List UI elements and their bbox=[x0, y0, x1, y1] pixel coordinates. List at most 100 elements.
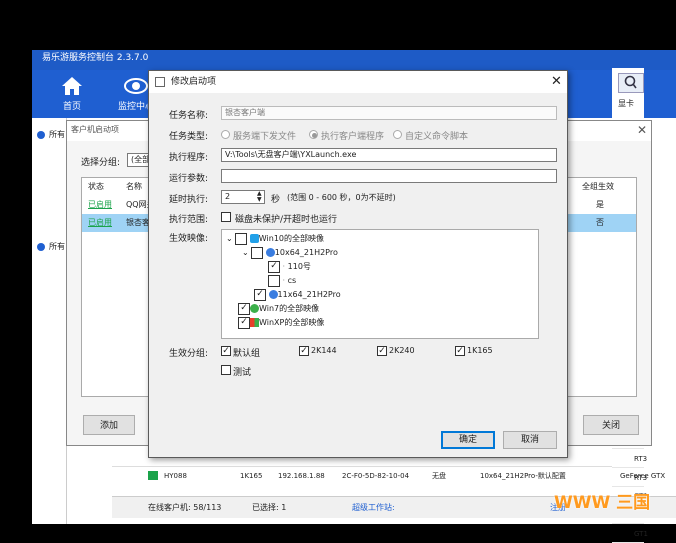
collapse-icon[interactable]: ⌄ bbox=[242, 248, 249, 257]
client-mac: 2C-F0-5D-82-10-04 bbox=[342, 472, 410, 480]
tree-checkbox[interactable] bbox=[251, 246, 264, 259]
delay-spinner-icon[interactable]: ▲ ▼ bbox=[257, 191, 262, 203]
params-label: 运行参数: bbox=[169, 174, 209, 184]
image-tree: ⌄ Win10的全部映像 ⌄ 10x64_21H2Pro ✓ · 110号 · … bbox=[221, 229, 539, 339]
task-name-input[interactable]: 银杏客户端 bbox=[221, 106, 557, 120]
tree-node-winxp[interactable]: ✓ WinXP的全部映像 bbox=[238, 316, 324, 330]
tree-node-label: WinXP的全部映像 bbox=[259, 318, 325, 327]
delay-unit: 秒 bbox=[271, 195, 281, 205]
group-default-label: 默认组 bbox=[233, 349, 261, 359]
row-all-groups: 是 bbox=[596, 200, 604, 209]
windows-icon bbox=[249, 234, 259, 243]
tree-checkbox[interactable] bbox=[235, 232, 248, 245]
table-row[interactable]: HY088 1K165 192.168.1.88 2C-F0-5D-82-10-… bbox=[112, 466, 665, 484]
collapse-icon[interactable]: ⌄ bbox=[226, 234, 233, 243]
tree-node-label: 110号 bbox=[287, 262, 311, 271]
edit-startup-dialog: 修改启动项 ✕ 任务名称: 银杏客户端 任务类型: 服务端下发文件 执行客户端程… bbox=[148, 70, 568, 458]
super-workstation-link[interactable]: 超级工作站: bbox=[352, 497, 395, 519]
group-2k240-label: 2K240 bbox=[389, 346, 415, 355]
row-status[interactable]: 已启用 bbox=[88, 217, 112, 228]
client-image: 10x64_21H2Pro-默认配置 bbox=[480, 472, 566, 480]
tree-node-win10[interactable]: ⌄ Win10的全部映像 bbox=[226, 232, 324, 246]
group-checkbox-default[interactable]: ✓ bbox=[221, 346, 231, 356]
search-icon bbox=[624, 75, 637, 89]
radio-server-file[interactable] bbox=[221, 130, 230, 139]
search-button[interactable] bbox=[618, 73, 644, 93]
radio-custom-script-label: 自定义命令脚本 bbox=[405, 132, 469, 142]
group-test-label: 测试 bbox=[233, 368, 252, 378]
cancel-button[interactable]: 取消 bbox=[503, 431, 557, 449]
radio-server-file-label: 服务端下发文件 bbox=[233, 132, 297, 142]
disk-image-icon bbox=[268, 290, 278, 299]
sidebar-item-all-1[interactable]: 所有 bbox=[32, 124, 68, 146]
tree-checkbox[interactable]: ✓ bbox=[268, 260, 280, 273]
online-count: 在线客户机: 58/113 bbox=[148, 503, 222, 512]
sidebar-item-all-2[interactable]: 所有 bbox=[32, 236, 68, 258]
ok-button[interactable]: 确定 bbox=[441, 431, 495, 449]
tree-checkbox[interactable] bbox=[268, 274, 280, 287]
tree-node-win7[interactable]: ✓ Win7的全部映像 bbox=[238, 302, 319, 316]
group-checkbox-test[interactable] bbox=[221, 365, 231, 375]
tree-node-label: Win10的全部映像 bbox=[258, 234, 325, 243]
group-checkbox-2k240[interactable]: ✓ bbox=[377, 346, 387, 356]
tree-node-11x64[interactable]: ✓ 11x64_21H2Pro bbox=[254, 288, 341, 302]
tree-node-label: 10x64_21H2Pro bbox=[274, 248, 338, 257]
delay-label: 延时执行: bbox=[169, 195, 209, 205]
client-ip: 192.168.1.88 bbox=[278, 472, 325, 480]
gpu-cell: RT3 bbox=[612, 450, 647, 468]
tree-node-label: cs bbox=[287, 276, 297, 285]
group-checkbox-2k144[interactable]: ✓ bbox=[299, 346, 309, 356]
close-icon[interactable]: ✕ bbox=[551, 74, 562, 89]
params-input[interactable] bbox=[221, 169, 557, 183]
all-groups-column-header: 全组生效 bbox=[582, 182, 614, 191]
group-select-label: 选择分组: bbox=[81, 158, 121, 168]
radio-custom-script[interactable] bbox=[393, 130, 402, 139]
add-button[interactable]: 添加 bbox=[83, 415, 135, 435]
task-type-label: 任务类型: bbox=[169, 132, 209, 142]
tree-node-label: 11x64_21H2Pro bbox=[277, 290, 341, 299]
gpu-cell: GT1 bbox=[612, 525, 648, 543]
client-gpu: GeForce GTX bbox=[620, 472, 666, 480]
gpu-column-header: 显卡 bbox=[618, 99, 634, 108]
row-all-groups: 否 bbox=[596, 218, 604, 227]
tree-checkbox[interactable]: ✓ bbox=[238, 302, 250, 315]
group-icon bbox=[37, 130, 45, 139]
client-resolution: 1K165 bbox=[240, 472, 263, 480]
status-column-header: 状态 bbox=[88, 182, 104, 191]
bullet-icon: · bbox=[282, 262, 286, 271]
client-online-icon bbox=[148, 471, 158, 480]
exec-input[interactable]: V:\Tools\无盘客户端\YXLaunch.exe bbox=[221, 148, 557, 162]
sidebar-item-label: 所有 bbox=[49, 130, 65, 139]
home-icon bbox=[62, 77, 82, 95]
client-mode: 无盘 bbox=[432, 472, 446, 480]
radio-client-program[interactable] bbox=[309, 130, 318, 139]
client-name: HY088 bbox=[164, 472, 187, 480]
home-label: 首页 bbox=[62, 102, 81, 112]
watermark-logo: WWW 三国 bbox=[554, 493, 651, 513]
selected-count: 已选择: 1 bbox=[252, 503, 287, 512]
task-name-label: 任务名称: bbox=[169, 111, 209, 121]
tree-node-10x64[interactable]: ⌄ 10x64_21H2Pro bbox=[242, 246, 338, 260]
tree-node-cs[interactable]: · cs bbox=[268, 274, 296, 288]
tree-node-110[interactable]: ✓ · 110号 bbox=[268, 260, 311, 274]
images-label: 生效映像: bbox=[169, 234, 209, 244]
group-2k144-label: 2K144 bbox=[311, 346, 337, 355]
home-button[interactable]: 首页 bbox=[42, 72, 102, 116]
dialog-title: 修改启动项 bbox=[149, 71, 567, 93]
tree-checkbox[interactable]: ✓ bbox=[238, 316, 250, 329]
eye-icon bbox=[124, 78, 148, 94]
tree-checkbox[interactable]: ✓ bbox=[254, 288, 266, 301]
name-column-header: 名称 bbox=[126, 182, 142, 191]
close-icon[interactable]: ✕ bbox=[637, 123, 647, 137]
sidebar: 所有 所有 bbox=[32, 118, 67, 524]
groups-label: 生效分组: bbox=[169, 349, 209, 359]
bullet-icon: · bbox=[282, 276, 286, 285]
scope-checkbox[interactable] bbox=[221, 212, 231, 222]
close-button[interactable]: 关闭 bbox=[583, 415, 639, 435]
scope-label: 执行范围: bbox=[169, 215, 209, 225]
row-status[interactable]: 已启用 bbox=[88, 199, 112, 210]
group-checkbox-1k165[interactable]: ✓ bbox=[455, 346, 465, 356]
delay-hint: (范围 0 - 600 秒，0为不延时) bbox=[287, 193, 396, 202]
windows7-icon bbox=[250, 304, 259, 313]
sidebar-item-label: 所有 bbox=[49, 242, 65, 251]
